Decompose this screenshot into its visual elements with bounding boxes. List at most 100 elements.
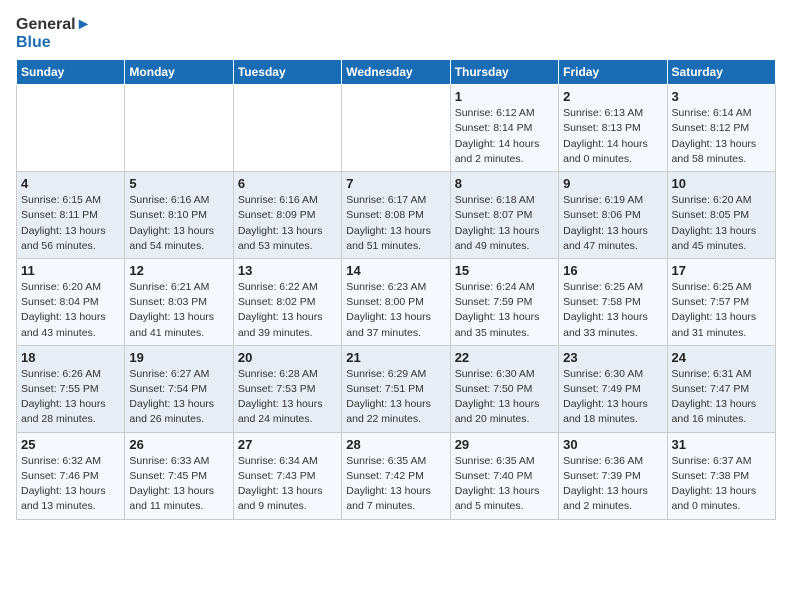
calendar-cell: 23Sunrise: 6:30 AM Sunset: 7:49 PM Dayli… xyxy=(559,345,667,432)
day-number: 25 xyxy=(21,437,120,452)
column-header-wednesday: Wednesday xyxy=(342,60,450,85)
calendar-cell: 7 Sunrise: 6:17 AM Sunset: 8:08 PM Daylig… xyxy=(342,172,450,259)
calendar-cell xyxy=(125,85,233,172)
calendar-cell: 31 Sunrise: 6:37 AM Sunset: 7:38 PM Dayli… xyxy=(667,432,775,519)
day-info: Sunrise: 6:16 AM Sunset: 8:10 PM Dayligh… xyxy=(129,193,228,254)
day-number: 6 xyxy=(238,176,337,191)
calendar-cell: 5 Sunrise: 6:16 AM Sunset: 8:10 PM Daylig… xyxy=(125,172,233,259)
day-info: Sunrise: 6:20 AM Sunset: 8:04 PM Dayligh… xyxy=(21,280,120,341)
week-row-1: 1 Sunrise: 6:12 AM Sunset: 8:14 PM Daylig… xyxy=(17,85,776,172)
day-number: 27 xyxy=(238,437,337,452)
day-number: 31 xyxy=(672,437,771,452)
day-info: Sunrise: 6:23 AM Sunset: 8:00 PM Dayligh… xyxy=(346,280,445,341)
calendar-cell: 30 Sunrise: 6:36 AM Sunset: 7:39 PM Dayli… xyxy=(559,432,667,519)
day-number: 17 xyxy=(672,263,771,278)
day-number: 13 xyxy=(238,263,337,278)
calendar-cell: 2 Sunrise: 6:13 AM Sunset: 8:13 PM Daylig… xyxy=(559,85,667,172)
day-info: Sunrise: 6:35 AM Sunset: 7:42 PM Dayligh… xyxy=(346,454,445,515)
calendar-cell: 27 Sunrise: 6:34 AM Sunset: 7:43 PM Dayli… xyxy=(233,432,341,519)
day-info: Sunrise: 6:34 AM Sunset: 7:43 PM Dayligh… xyxy=(238,454,337,515)
day-info: Sunrise: 6:27 AM Sunset: 7:54 PM Dayligh… xyxy=(129,367,228,428)
day-info: Sunrise: 6:26 AM Sunset: 7:55 PM Dayligh… xyxy=(21,367,120,428)
calendar-cell: 20Sunrise: 6:28 AM Sunset: 7:53 PM Dayli… xyxy=(233,345,341,432)
week-row-3: 11 Sunrise: 6:20 AM Sunset: 8:04 PM Dayli… xyxy=(17,258,776,345)
day-info: Sunrise: 6:24 AM Sunset: 7:59 PM Dayligh… xyxy=(455,280,554,341)
day-number: 20 xyxy=(238,350,337,365)
day-number: 14 xyxy=(346,263,445,278)
calendar-cell: 12 Sunrise: 6:21 AM Sunset: 8:03 PM Dayli… xyxy=(125,258,233,345)
calendar-cell: 25 Sunrise: 6:32 AM Sunset: 7:46 PM Dayli… xyxy=(17,432,125,519)
column-header-saturday: Saturday xyxy=(667,60,775,85)
day-info: Sunrise: 6:33 AM Sunset: 7:45 PM Dayligh… xyxy=(129,454,228,515)
calendar-cell xyxy=(17,85,125,172)
week-row-4: 18 Sunrise: 6:26 AM Sunset: 7:55 PM Dayli… xyxy=(17,345,776,432)
calendar-cell: 4Sunrise: 6:15 AM Sunset: 8:11 PM Daylig… xyxy=(17,172,125,259)
calendar-cell: 28 Sunrise: 6:35 AM Sunset: 7:42 PM Dayli… xyxy=(342,432,450,519)
day-number: 1 xyxy=(455,89,554,104)
column-header-monday: Monday xyxy=(125,60,233,85)
column-header-sunday: Sunday xyxy=(17,60,125,85)
day-info: Sunrise: 6:19 AM Sunset: 8:06 PM Dayligh… xyxy=(563,193,662,254)
day-number: 21 xyxy=(346,350,445,365)
calendar-cell xyxy=(342,85,450,172)
calendar-cell: 29 Sunrise: 6:35 AM Sunset: 7:40 PM Dayli… xyxy=(450,432,558,519)
day-info: Sunrise: 6:30 AM Sunset: 7:50 PM Dayligh… xyxy=(455,367,554,428)
day-info: Sunrise: 6:30 AM Sunset: 7:49 PM Dayligh… xyxy=(563,367,662,428)
day-info: Sunrise: 6:25 AM Sunset: 7:57 PM Dayligh… xyxy=(672,280,771,341)
day-info: Sunrise: 6:13 AM Sunset: 8:13 PM Dayligh… xyxy=(563,106,662,167)
calendar-cell: 26 Sunrise: 6:33 AM Sunset: 7:45 PM Dayli… xyxy=(125,432,233,519)
header-row: SundayMondayTuesdayWednesdayThursdayFrid… xyxy=(17,60,776,85)
day-info: Sunrise: 6:25 AM Sunset: 7:58 PM Dayligh… xyxy=(563,280,662,341)
day-number: 24 xyxy=(672,350,771,365)
day-number: 12 xyxy=(129,263,228,278)
day-info: Sunrise: 6:16 AM Sunset: 8:09 PM Dayligh… xyxy=(238,193,337,254)
calendar-cell: 18 Sunrise: 6:26 AM Sunset: 7:55 PM Dayli… xyxy=(17,345,125,432)
day-info: Sunrise: 6:36 AM Sunset: 7:39 PM Dayligh… xyxy=(563,454,662,515)
day-info: Sunrise: 6:17 AM Sunset: 8:08 PM Dayligh… xyxy=(346,193,445,254)
day-info: Sunrise: 6:37 AM Sunset: 7:38 PM Dayligh… xyxy=(672,454,771,515)
calendar-cell: 6 Sunrise: 6:16 AM Sunset: 8:09 PM Daylig… xyxy=(233,172,341,259)
column-header-friday: Friday xyxy=(559,60,667,85)
day-number: 22 xyxy=(455,350,554,365)
day-number: 5 xyxy=(129,176,228,191)
calendar-cell: 22 Sunrise: 6:30 AM Sunset: 7:50 PM Dayli… xyxy=(450,345,558,432)
logo-container: General► Blue xyxy=(16,16,91,51)
logo: General► Blue xyxy=(16,16,91,51)
calendar-cell: 14 Sunrise: 6:23 AM Sunset: 8:00 PM Dayli… xyxy=(342,258,450,345)
calendar-cell xyxy=(233,85,341,172)
day-number: 26 xyxy=(129,437,228,452)
calendar-cell: 16Sunrise: 6:25 AM Sunset: 7:58 PM Dayli… xyxy=(559,258,667,345)
day-number: 28 xyxy=(346,437,445,452)
day-info: Sunrise: 6:31 AM Sunset: 7:47 PM Dayligh… xyxy=(672,367,771,428)
calendar-cell: 21 Sunrise: 6:29 AM Sunset: 7:51 PM Dayli… xyxy=(342,345,450,432)
day-number: 2 xyxy=(563,89,662,104)
calendar-cell: 17 Sunrise: 6:25 AM Sunset: 7:57 PM Dayli… xyxy=(667,258,775,345)
day-number: 29 xyxy=(455,437,554,452)
day-info: Sunrise: 6:35 AM Sunset: 7:40 PM Dayligh… xyxy=(455,454,554,515)
calendar-cell: 8Sunrise: 6:18 AM Sunset: 8:07 PM Daylig… xyxy=(450,172,558,259)
calendar-cell: 19 Sunrise: 6:27 AM Sunset: 7:54 PM Dayli… xyxy=(125,345,233,432)
day-info: Sunrise: 6:29 AM Sunset: 7:51 PM Dayligh… xyxy=(346,367,445,428)
calendar-cell: 15 Sunrise: 6:24 AM Sunset: 7:59 PM Dayli… xyxy=(450,258,558,345)
calendar-cell: 11 Sunrise: 6:20 AM Sunset: 8:04 PM Dayli… xyxy=(17,258,125,345)
day-number: 11 xyxy=(21,263,120,278)
day-info: Sunrise: 6:22 AM Sunset: 8:02 PM Dayligh… xyxy=(238,280,337,341)
calendar-cell: 3 Sunrise: 6:14 AM Sunset: 8:12 PM Daylig… xyxy=(667,85,775,172)
day-number: 19 xyxy=(129,350,228,365)
day-number: 7 xyxy=(346,176,445,191)
day-number: 10 xyxy=(672,176,771,191)
day-info: Sunrise: 6:12 AM Sunset: 8:14 PM Dayligh… xyxy=(455,106,554,167)
day-info: Sunrise: 6:32 AM Sunset: 7:46 PM Dayligh… xyxy=(21,454,120,515)
day-number: 15 xyxy=(455,263,554,278)
calendar-cell: 24 Sunrise: 6:31 AM Sunset: 7:47 PM Dayli… xyxy=(667,345,775,432)
day-info: Sunrise: 6:21 AM Sunset: 8:03 PM Dayligh… xyxy=(129,280,228,341)
calendar-cell: 9Sunrise: 6:19 AM Sunset: 8:06 PM Daylig… xyxy=(559,172,667,259)
day-info: Sunrise: 6:15 AM Sunset: 8:11 PM Dayligh… xyxy=(21,193,120,254)
day-number: 3 xyxy=(672,89,771,104)
logo-general: General► xyxy=(16,16,91,34)
logo-blue: Blue xyxy=(16,34,91,52)
day-info: Sunrise: 6:14 AM Sunset: 8:12 PM Dayligh… xyxy=(672,106,771,167)
day-number: 18 xyxy=(21,350,120,365)
day-number: 30 xyxy=(563,437,662,452)
day-number: 8 xyxy=(455,176,554,191)
